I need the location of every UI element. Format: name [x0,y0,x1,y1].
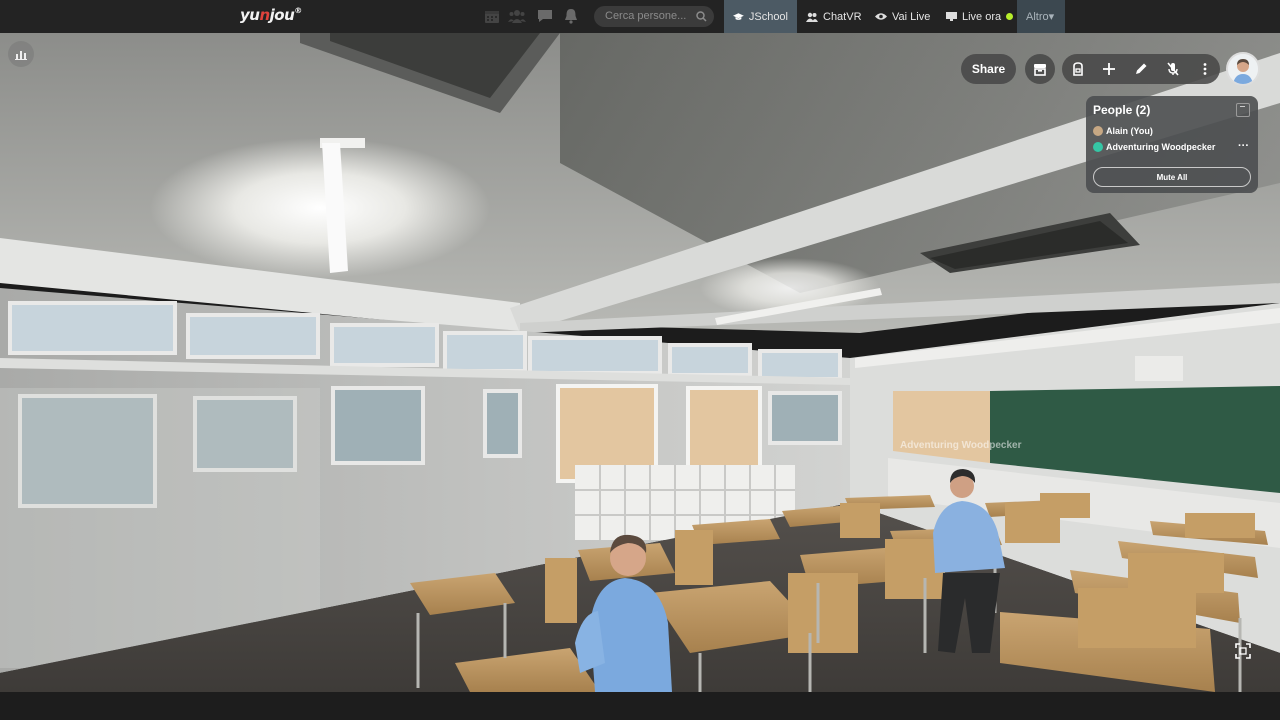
fullscreen-icon[interactable] [1234,642,1252,660]
collapse-panel-button[interactable] [1236,103,1250,117]
search-icon [696,11,707,22]
more-vertical-icon[interactable] [1197,61,1213,77]
person-avatar-icon [1093,126,1103,136]
backpack-icon[interactable] [1070,61,1086,77]
inventory-icon [1034,64,1046,76]
users-group-icon[interactable] [508,8,526,24]
tab-live-ora[interactable]: Live ora [937,0,1022,33]
inventory-button[interactable] [1025,54,1055,84]
tab-chatvr[interactable]: ChatVR [797,0,871,33]
person-item[interactable]: Alain (You) [1093,126,1153,136]
mute-all-button[interactable]: Mute All [1093,167,1251,187]
calendar-icon[interactable] [483,8,501,24]
graduation-cap-icon [733,12,744,20]
bottom-bar [0,692,1280,720]
users-icon [806,12,818,22]
top-navbar: yunjou® Cerca persone... JSchool ChatVR … [0,0,1280,33]
classroom-3d-viewport[interactable]: Adventuring Woodpecker Share People (2) … [0,33,1280,692]
people-panel: People (2) Alain (You) Adventuring Woodp… [1086,96,1258,193]
yunjou-logo[interactable]: yunjou® [240,6,302,24]
stats-button[interactable] [8,41,34,67]
action-toolbar [1062,54,1220,84]
person-avatar-icon [1093,142,1103,152]
person-more-options-icon[interactable]: ··· [1238,140,1249,152]
bar-chart-icon [15,51,27,60]
chat-icon[interactable] [536,8,554,24]
bell-icon[interactable] [562,8,580,24]
tab-vai-live[interactable]: Vai Live [866,0,939,33]
mic-muted-icon[interactable] [1165,61,1181,77]
user-avatar[interactable] [1226,52,1260,86]
tab-altro-dropdown[interactable]: Altro▾ [1017,0,1065,33]
search-input[interactable]: Cerca persone... [594,6,714,27]
eye-icon [875,13,887,20]
avatar-image [1228,54,1258,84]
live-status-dot [1006,13,1014,20]
tab-jschool[interactable]: JSchool [724,0,797,33]
pen-icon[interactable] [1133,61,1149,77]
plus-icon[interactable] [1101,61,1117,77]
share-button[interactable]: Share [961,54,1016,84]
avatar-nametag: Adventuring Woodpecker [900,440,1022,451]
monitor-icon [946,11,957,21]
person-item[interactable]: Adventuring Woodpecker [1093,142,1215,152]
people-panel-title: People (2) [1093,103,1151,117]
